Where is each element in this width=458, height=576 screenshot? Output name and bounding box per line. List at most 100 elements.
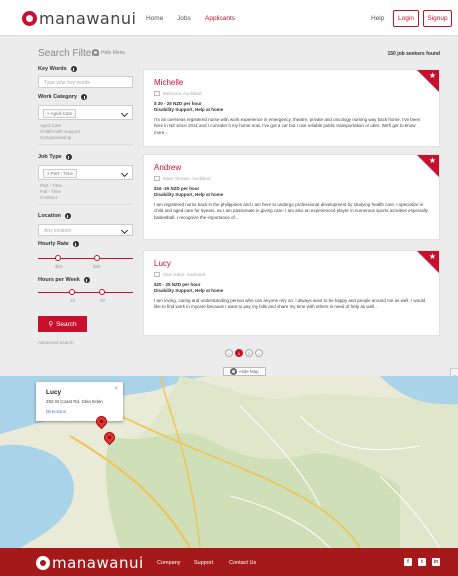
next-page-button[interactable]: › <box>255 349 263 357</box>
hourly-rate-max-handle[interactable] <box>94 255 100 261</box>
logo-icon <box>36 556 50 570</box>
star-icon: ★ <box>428 252 436 261</box>
chevron-down-icon[interactable] <box>120 169 129 178</box>
footer-company-link[interactable]: Company <box>157 560 181 566</box>
chevron-down-icon[interactable] <box>120 109 129 118</box>
page-button[interactable]: 1 <box>235 349 243 357</box>
hourly-rate-slider[interactable] <box>38 258 133 259</box>
hourly-rate-max: $25 <box>93 264 101 269</box>
result-card[interactable]: ★ Lucy Glen Eden, Auckland $20 - 25 NZD … <box>143 250 440 336</box>
hide-menu-icon <box>92 49 99 56</box>
job-type-label-text: Job Type <box>38 154 62 160</box>
page-button[interactable]: 2 <box>245 349 253 357</box>
location-text: Glen Eden, Auckland <box>163 272 206 277</box>
twitter-icon[interactable]: t <box>418 558 426 566</box>
hide-map-label: Hide Map <box>239 369 259 374</box>
footer: manawanui Company Support Contact Us f t… <box>0 548 458 576</box>
prev-page-button[interactable]: ‹ <box>225 349 233 357</box>
candidate-name[interactable]: Michelle <box>154 78 183 87</box>
nav-jobs[interactable]: Jobs <box>177 15 191 22</box>
info-icon[interactable] <box>72 241 79 247</box>
hide-menu-label: Hide Menu <box>101 49 126 56</box>
brand-logo[interactable]: manawanui <box>22 8 136 28</box>
keywords-input[interactable]: Type your key words <box>38 76 133 88</box>
candidate-location: Eden Terrace, Auckland <box>154 176 210 181</box>
work-category-options: Aged Care Child/Youth Support Companions… <box>40 123 80 141</box>
map-toggle-icon <box>230 368 238 375</box>
linkedin-icon[interactable]: in <box>432 558 440 566</box>
info-icon[interactable] <box>83 277 90 283</box>
star-icon: ★ <box>428 71 436 80</box>
keywords-label-text: Key Words <box>38 66 67 72</box>
location-text: Eden Terrace, Auckland <box>163 176 211 181</box>
hours-max-handle[interactable] <box>99 289 105 295</box>
work-category-label: Work Category <box>38 94 88 100</box>
result-card[interactable]: ★ Michelle Balmoral, Auckland $ 20 - 25 … <box>143 69 440 147</box>
search-icon: ⚲ <box>48 321 54 328</box>
work-category-select[interactable]: × Aged Care <box>38 105 133 120</box>
pagination: ‹ 1 2 › <box>225 349 263 357</box>
hourly-rate-min: $15 <box>55 264 63 269</box>
hide-menu-toggle[interactable]: Hide Menu <box>92 49 125 56</box>
candidate-name[interactable]: Lucy <box>154 259 171 268</box>
map-icon <box>154 176 160 181</box>
map-view[interactable]: Lucy 292 W Coast Rd, Glen Eden Direction… <box>0 376 458 548</box>
job-type-options: Part - Time Full - Time Contract <box>40 183 62 201</box>
footer-logo-text: manawanui <box>52 554 144 572</box>
candidate-location: Glen Eden, Auckland <box>154 272 205 277</box>
candidate-description: I'm an overseas registered nurse with wo… <box>154 117 421 135</box>
location-label-text: Location <box>38 213 61 219</box>
logo-text: manawanui <box>39 8 137 28</box>
map-icon <box>154 272 160 277</box>
result-card[interactable]: ★ Andrew Eden Terrace, Auckland $16 -20 … <box>143 154 440 240</box>
location-select[interactable]: Any location <box>38 224 133 236</box>
info-icon[interactable] <box>65 154 72 160</box>
search-button[interactable]: ⚲ Search <box>38 316 87 332</box>
footer-support-link[interactable]: Support <box>194 560 213 566</box>
filters-title: Search Filters <box>38 48 100 59</box>
nav-help[interactable]: Help <box>371 15 384 22</box>
hourly-rate-min-handle[interactable] <box>55 255 61 261</box>
job-type-chip[interactable]: × Part - Time <box>43 169 77 178</box>
popup-address: 292 W Coast Rd, Glen Eden <box>46 399 103 404</box>
hours-min-handle[interactable] <box>69 289 75 295</box>
map-popup: Lucy 292 W Coast Rd, Glen Eden Direction… <box>36 382 123 421</box>
hours-label: Hours per Week <box>38 277 90 283</box>
hide-map-button[interactable]: Hide Map <box>223 367 266 376</box>
candidate-categories: Disability Support, Help at home <box>154 192 224 197</box>
location-placeholder: Any location <box>44 228 72 234</box>
info-icon[interactable] <box>81 94 88 100</box>
info-icon[interactable] <box>70 66 77 72</box>
advanced-search-link[interactable]: Advanced Search <box>38 340 74 345</box>
popup-name: Lucy <box>46 389 62 396</box>
close-icon[interactable]: × <box>114 386 118 392</box>
candidate-categories: Disability Support, Help at home <box>154 107 224 112</box>
hourly-rate-label-text: Hourly Rate <box>38 241 69 247</box>
work-category-chip[interactable]: × Aged Care <box>43 109 77 118</box>
info-icon[interactable] <box>64 213 71 219</box>
footer-contact-link[interactable]: Contact Us <box>229 560 256 566</box>
search-button-label: Search <box>56 320 77 328</box>
nav-home[interactable]: Home <box>146 15 163 22</box>
candidate-rate: $20 - 25 NZD per hour <box>154 282 201 287</box>
job-type-label: Job Type <box>38 154 72 160</box>
signup-button[interactable]: Signup <box>423 10 452 27</box>
facebook-icon[interactable]: f <box>404 558 412 566</box>
search-content: Search Filters Hide Menu 150 job seekers… <box>0 36 458 376</box>
login-button[interactable]: Login <box>393 10 419 27</box>
divider <box>38 204 133 205</box>
option[interactable]: Contract <box>40 195 62 201</box>
candidate-categories: Disability Support, Help at home <box>154 288 224 293</box>
top-navbar: manawanui Home Jobs Applicants Help Logi… <box>0 0 458 36</box>
candidate-name[interactable]: Andrew <box>154 163 181 172</box>
location-label: Location <box>38 213 71 219</box>
job-type-select[interactable]: × Part - Time <box>38 165 133 180</box>
chevron-down-icon[interactable] <box>120 226 129 235</box>
option[interactable]: Companionship <box>40 135 80 141</box>
hours-slider[interactable] <box>38 292 133 293</box>
results-count: 150 job seekers found <box>387 51 440 57</box>
footer-logo[interactable]: manawanui <box>36 554 144 572</box>
directions-link[interactable]: Directions <box>46 409 66 414</box>
map-icon <box>154 91 160 96</box>
nav-applicants[interactable]: Applicants <box>205 15 235 22</box>
